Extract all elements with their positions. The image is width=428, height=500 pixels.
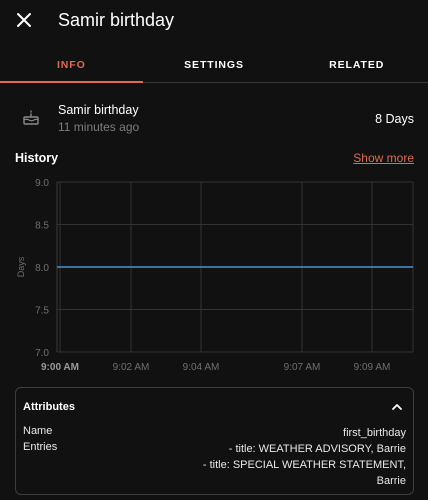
y-tick-label: 7.0 — [35, 348, 49, 359]
dialog-header: Samir birthday — [0, 0, 428, 42]
x-tick-label: 9:04 AM — [183, 362, 220, 373]
tab-related[interactable]: RELATED — [285, 47, 428, 82]
attribute-key: Entries — [23, 441, 58, 453]
attribute-value: first_birthday — [343, 425, 406, 441]
attribute-value-line: first_birthday — [343, 427, 406, 439]
tab-info[interactable]: INFO — [0, 47, 143, 83]
cake-icon — [23, 110, 39, 125]
y-axis-label: Days — [16, 256, 26, 277]
attribute-value: - title: WEATHER ADVISORY, Barrie - titl… — [203, 441, 406, 489]
history-chart: 9.0 8.5 8.0 7.5 7.0 9:00 AM 9:02 AM 9:04 AM 9:07… — [16, 178, 414, 373]
chevron-up-icon[interactable] — [390, 400, 404, 414]
dialog-title: Samir birthday — [58, 10, 175, 30]
x-tick-label: 9:09 AM — [354, 362, 391, 373]
attribute-value-line: - title: SPECIAL WEATHER STATEMENT, — [202, 459, 406, 471]
close-icon[interactable] — [12, 8, 36, 32]
y-tick-label: 8.0 — [35, 263, 49, 274]
history-title: History — [15, 151, 59, 165]
x-tick-label: 9:00 AM — [41, 362, 79, 373]
entity-row: Samir birthday 11 minutes ago 8 Days — [0, 95, 428, 141]
tab-bar: INFO SETTINGS RELATED — [0, 47, 428, 83]
show-more-link[interactable]: Show more — [353, 151, 414, 165]
entity-last-changed: 11 minutes ago — [58, 120, 140, 134]
attribute-value-line: Barrie — [376, 475, 406, 487]
entity-state: 8 Days — [375, 112, 414, 126]
attribute-key: Name — [23, 425, 53, 437]
attribute-value-line: - title: WEATHER ADVISORY, Barrie — [228, 443, 406, 455]
tab-settings[interactable]: SETTINGS — [143, 47, 286, 82]
attributes-title: Attributes — [23, 401, 75, 413]
y-tick-label: 9.0 — [35, 178, 49, 189]
y-tick-label: 8.5 — [35, 221, 49, 232]
x-tick-label: 9:07 AM — [284, 362, 321, 373]
attributes-panel: Attributes Name first_birthday Entries -… — [15, 387, 414, 495]
x-tick-label: 9:02 AM — [113, 362, 150, 373]
entity-name: Samir birthday — [58, 103, 139, 117]
y-tick-label: 7.5 — [35, 306, 49, 317]
